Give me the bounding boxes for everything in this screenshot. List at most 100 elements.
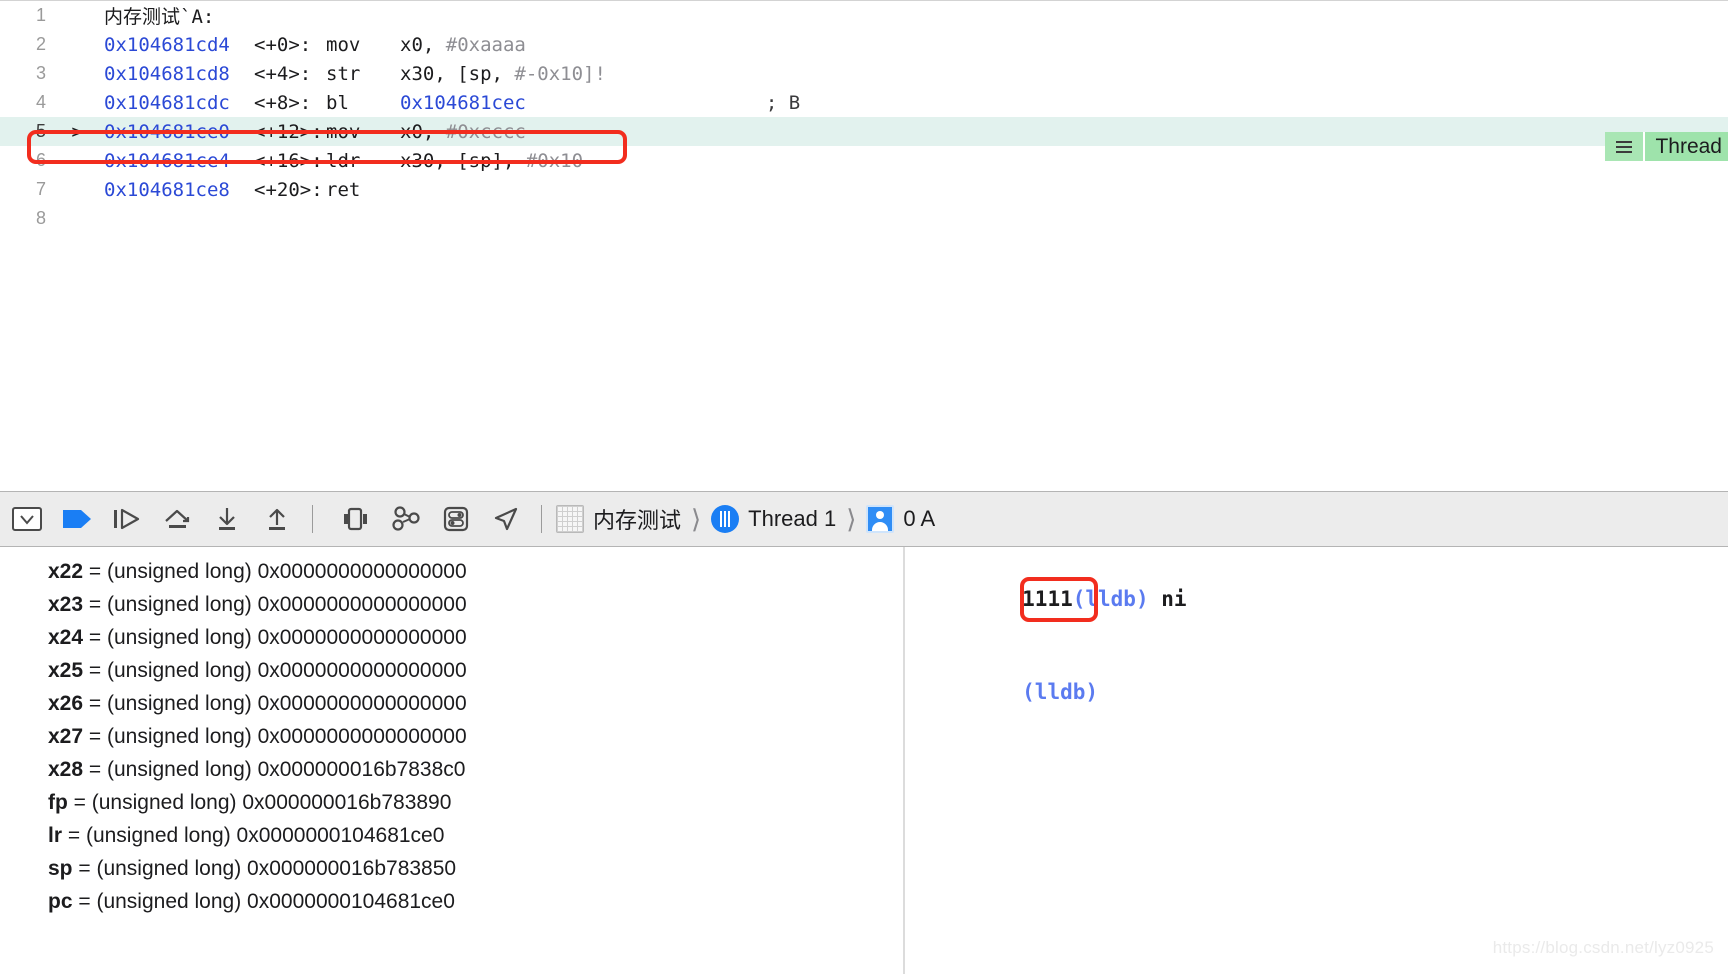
instruction-offset: <+0>: — [254, 33, 312, 56]
toolbar-divider — [541, 505, 542, 533]
toolbar-divider — [312, 505, 313, 533]
variable-value: = (unsigned long) 0x0000000000000000 — [83, 592, 467, 616]
breadcrumb-item-process[interactable]: 内存测试 — [556, 503, 681, 535]
line-number: 1 — [35, 5, 46, 25]
variable-row[interactable]: x28 = (unsigned long) 0x000000016b7838c0 — [0, 753, 903, 786]
variable-name: fp — [48, 790, 68, 814]
instruction-operand: x0, — [400, 120, 435, 143]
instruction-mnemonic: mov — [326, 33, 361, 56]
thread-badge[interactable]: Thread — [1605, 132, 1728, 161]
code-line[interactable]: 4 0x104681cdc <+8>: bl 0x104681cec ; B — [0, 88, 1728, 117]
environment-overrides-button[interactable] — [435, 498, 477, 540]
branch-target-address[interactable]: 0x104681cec — [400, 92, 526, 114]
thread-badge-label: Thread — [1643, 132, 1728, 161]
instruction-operand: x0, — [400, 33, 435, 56]
instruction-mnemonic: str — [326, 62, 361, 85]
simulate-location-button[interactable] — [485, 498, 527, 540]
instruction-address[interactable]: 0x104681cdc — [104, 92, 254, 114]
debug-area: x22 = (unsigned long) 0x0000000000000000… — [0, 547, 1728, 974]
code-line[interactable]: 7 0x104681ce8 <+20>: ret — [0, 175, 1728, 204]
instruction-immediate: #0xcccc — [445, 120, 526, 143]
memory-graph-button[interactable] — [385, 498, 427, 540]
variable-value: = (unsigned long) 0x0000000000000000 — [83, 658, 467, 682]
variable-row[interactable]: x27 = (unsigned long) 0x0000000000000000 — [0, 720, 903, 753]
thread-icon — [711, 505, 740, 533]
breadcrumb-frame-label: 0 A — [903, 506, 936, 531]
variable-name: x24 — [48, 625, 84, 649]
instruction-offset: <+12>: — [254, 120, 323, 143]
frame-person-icon — [866, 505, 895, 533]
code-line-current[interactable]: 5 -> 0x104681ce0 <+12>: mov x0, #0xcccc — [0, 117, 1728, 146]
step-into-button[interactable] — [156, 498, 198, 540]
variable-row[interactable]: sp = (unsigned long) 0x000000016b783850 — [0, 852, 903, 885]
variables-view[interactable]: x22 = (unsigned long) 0x0000000000000000… — [0, 547, 903, 974]
variable-value: = (unsigned long) 0x0000000000000000 — [83, 724, 467, 748]
variable-value: = (unsigned long) 0x0000000000000000 — [83, 559, 467, 583]
current-arrow: -> — [60, 120, 83, 143]
code-line[interactable]: 8 — [0, 204, 1728, 233]
variable-name: x25 — [48, 658, 84, 682]
variable-value: = (unsigned long) 0x0000000104681ce0 — [62, 823, 445, 847]
instruction-offset: <+16>: — [254, 149, 323, 172]
instruction-offset: <+4>: — [254, 62, 312, 85]
hide-debug-area-button[interactable] — [6, 498, 48, 540]
watermark: https://blog.csdn.net/lyz0925 — [1492, 938, 1714, 957]
breadcrumb-item-thread[interactable]: Thread 1 — [711, 505, 836, 533]
variable-row[interactable]: x23 = (unsigned long) 0x0000000000000000 — [0, 588, 903, 621]
code-line[interactable]: 1 内存测试`A: — [0, 1, 1728, 30]
step-over-button[interactable] — [106, 498, 148, 540]
disassembly-pane[interactable]: 1 内存测试`A: 2 0x104681cd4 <+0>: mov x0, #0… — [0, 0, 1728, 491]
instruction-offset: <+20>: — [254, 178, 323, 201]
code-line[interactable]: 3 0x104681cd8 <+4>: str x30, [sp, #-0x10… — [0, 59, 1728, 88]
instruction-immediate: #0x10 — [525, 149, 584, 172]
variable-row[interactable]: x26 = (unsigned long) 0x0000000000000000 — [0, 687, 903, 720]
instruction-mnemonic: mov — [326, 120, 361, 143]
variable-value: = (unsigned long) 0x000000016b783890 — [67, 790, 452, 814]
variable-name: x26 — [48, 691, 84, 715]
breadcrumb-item-frame[interactable]: 0 A — [866, 505, 935, 533]
line-number: 4 — [35, 92, 46, 112]
variable-row[interactable]: x25 = (unsigned long) 0x0000000000000000 — [0, 654, 903, 687]
console-line[interactable]: (lldb) — [905, 646, 1728, 739]
variable-row[interactable]: x22 = (unsigned long) 0x0000000000000000 — [0, 555, 903, 588]
instruction-mnemonic: ldr — [326, 149, 361, 172]
line-number: 3 — [35, 63, 46, 83]
variable-row[interactable]: pc = (unsigned long) 0x0000000104681ce0 — [0, 885, 903, 918]
variable-name: x27 — [48, 724, 84, 748]
breadcrumb-process-label: 内存测试 — [593, 508, 682, 533]
instruction-address[interactable]: 0x104681cd8 — [104, 63, 254, 85]
console-repeat-count: 1111 — [1022, 587, 1073, 611]
step-out-up-button[interactable] — [256, 498, 298, 540]
code-line[interactable]: 6 0x104681ce4 <+16>: ldr x30, [sp], #0x1… — [0, 146, 1728, 175]
view-debugging-button[interactable] — [335, 498, 377, 540]
breadcrumb: 内存测试 ⟩ Thread 1 ⟩ 0 A — [556, 492, 935, 546]
console-output[interactable]: 1111(lldb) ni (lldb) — [905, 547, 1728, 974]
instruction-address[interactable]: 0x104681ce4 — [104, 150, 254, 172]
variable-row[interactable]: fp = (unsigned long) 0x000000016b783890 — [0, 786, 903, 819]
variable-row[interactable]: lr = (unsigned long) 0x0000000104681ce0 — [0, 819, 903, 852]
instruction-address[interactable]: 0x104681ce0 — [104, 121, 254, 143]
instruction-mnemonic: bl — [326, 91, 349, 114]
line-number: 5 — [35, 121, 46, 141]
instruction-address[interactable]: 0x104681cd4 — [104, 34, 254, 56]
continue-button[interactable] — [56, 498, 98, 540]
instruction-operand: x30, [sp], — [400, 149, 515, 172]
variable-name: lr — [48, 823, 63, 847]
variable-value: = (unsigned long) 0x0000000000000000 — [83, 625, 467, 649]
instruction-comment: ; B — [765, 91, 801, 114]
hamburger-icon — [1616, 138, 1633, 156]
console-command: ni — [1148, 587, 1187, 611]
variable-row[interactable]: x24 = (unsigned long) 0x0000000000000000 — [0, 621, 903, 654]
badge-handle-icon[interactable] — [1605, 132, 1644, 161]
variable-value: = (unsigned long) 0x0000000000000000 — [83, 691, 467, 715]
instruction-address[interactable]: 0x104681ce8 — [104, 179, 254, 201]
step-out-down-button[interactable] — [206, 498, 248, 540]
code-line[interactable]: 2 0x104681cd4 <+0>: mov x0, #0xaaaa — [0, 30, 1728, 59]
instruction-mnemonic: ret — [326, 178, 361, 201]
debug-toolbar[interactable]: 内存测试 ⟩ Thread 1 ⟩ 0 A — [0, 491, 1728, 547]
line-number: 8 — [35, 208, 46, 228]
instruction-offset: <+8>: — [254, 91, 312, 114]
variable-value: = (unsigned long) 0x000000016b7838c0 — [83, 757, 466, 781]
instruction-operand: x30, [sp, — [400, 62, 503, 85]
line-number: 7 — [35, 179, 46, 199]
